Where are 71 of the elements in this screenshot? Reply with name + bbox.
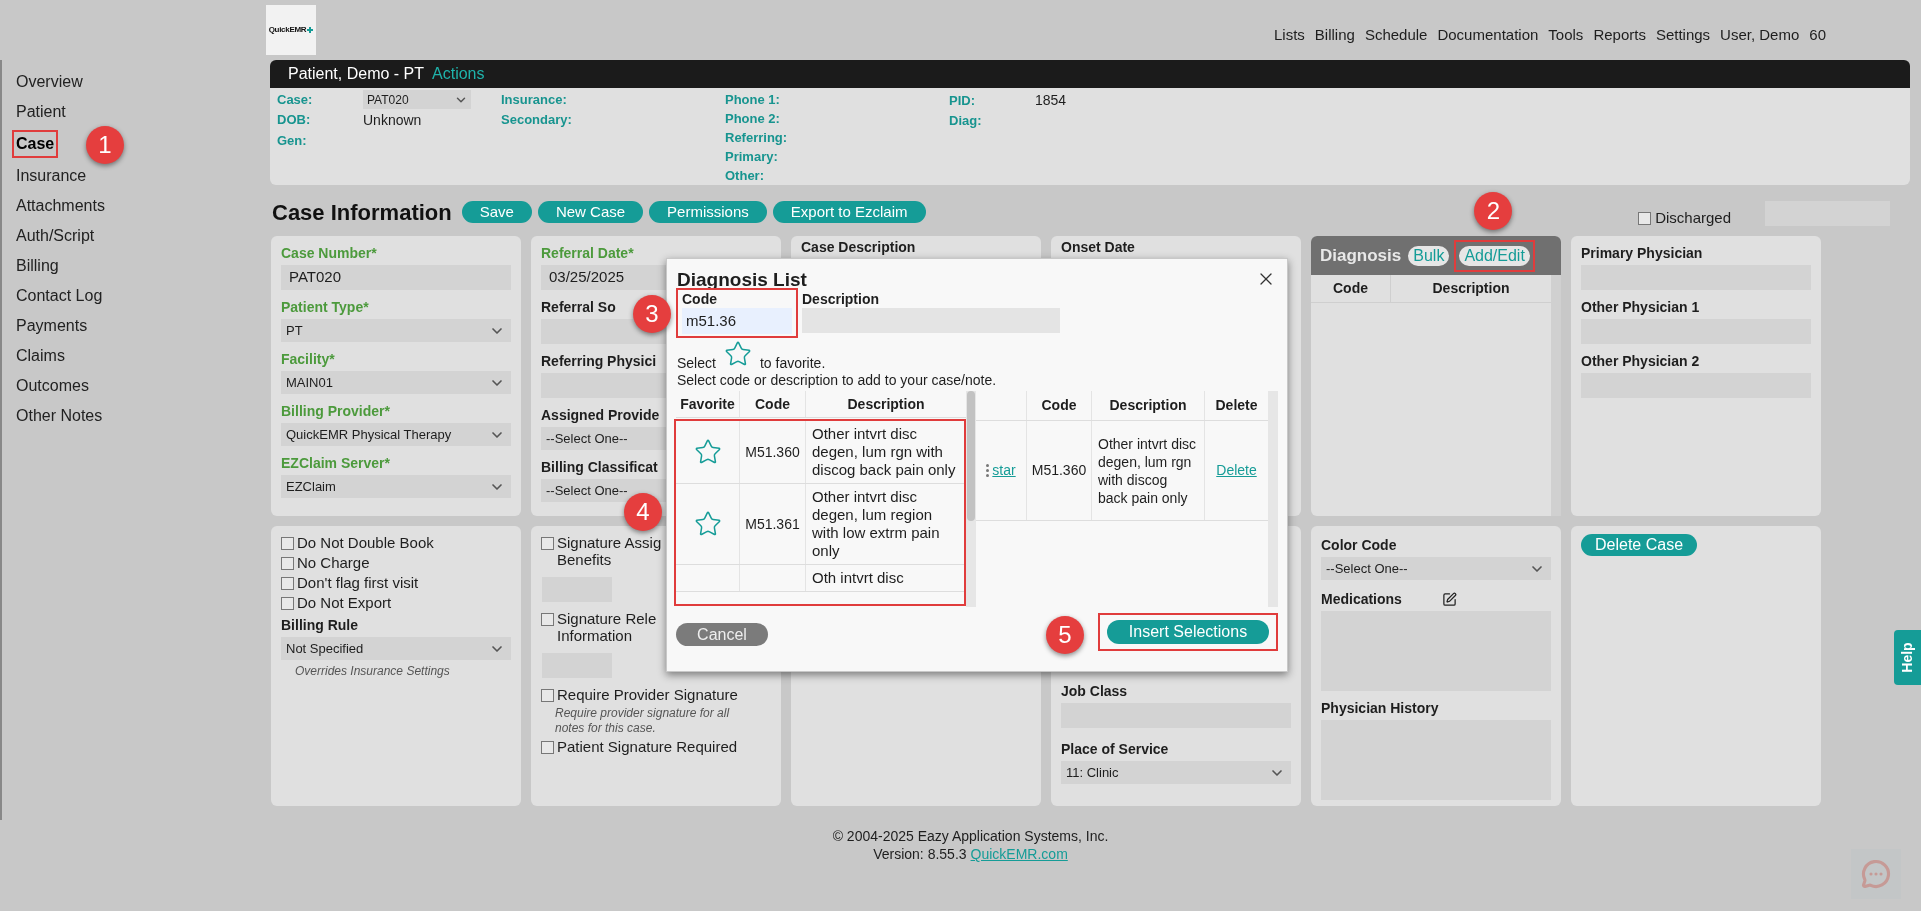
field-label: Billing Provider* bbox=[281, 402, 390, 420]
info-label: Diag: bbox=[949, 112, 983, 130]
hint-text: Select bbox=[677, 355, 716, 371]
checkbox-label: No Charge bbox=[297, 554, 370, 571]
checkbox-label: Information bbox=[557, 627, 634, 644]
field-label: Referring Physici bbox=[541, 352, 657, 370]
field-label: Billing Rule bbox=[281, 616, 359, 634]
checkbox-label: Do Not Export bbox=[297, 594, 392, 611]
field-label: EZClaim Server* bbox=[281, 454, 390, 472]
field-label: Referral So bbox=[541, 298, 616, 316]
column-header: Code bbox=[1311, 275, 1391, 302]
field-label: Medications bbox=[1321, 590, 1402, 608]
copyright-text: © 2004-2025 Eazy Application Systems, Inc. bbox=[832, 827, 1109, 845]
checkbox-label: Signature Rele bbox=[557, 610, 657, 627]
field-label: Onset Date bbox=[1061, 238, 1135, 256]
column-header: Description bbox=[1431, 279, 1511, 298]
checkbox-label: Discharged bbox=[1655, 207, 1731, 228]
field-label: Place of Service bbox=[1061, 740, 1170, 758]
checkbox-label: Require Provider Signature bbox=[557, 686, 738, 703]
info-label: Phone 2: bbox=[725, 109, 781, 128]
field-label: Billing Classificat bbox=[541, 458, 658, 476]
hint-text: Overrides Insurance Settings bbox=[294, 664, 451, 679]
column-header: Code bbox=[1027, 391, 1092, 420]
info-label: Gen: bbox=[277, 131, 308, 150]
field-label: Other Physician 1 bbox=[1581, 298, 1700, 316]
info-label: Secondary: bbox=[501, 110, 573, 129]
field-label: Assigned Provide bbox=[541, 406, 660, 424]
checkbox-label: Benefits bbox=[557, 551, 613, 568]
hint-text: Require provider signature for all notes for this case. bbox=[554, 706, 731, 736]
info-label: Other: bbox=[725, 166, 765, 185]
checkbox-label: Don't flag first visit bbox=[297, 574, 419, 591]
patient-name: Patient, Demo - PT bbox=[288, 64, 425, 84]
hint-text: Select code or description to add to your case/note. bbox=[677, 371, 998, 389]
version-text: Version: 8.55.3 bbox=[873, 845, 967, 863]
callout-badge: 1 bbox=[86, 126, 124, 164]
field-label: Case Description bbox=[801, 238, 916, 256]
code-cell-text: M51.360 bbox=[1031, 461, 1087, 480]
checkbox-label: Do Not Double Book bbox=[297, 534, 434, 551]
field-label: Other Physician 2 bbox=[1581, 352, 1700, 370]
field-label: Job Class bbox=[1061, 682, 1129, 700]
info-label: Phone 1: bbox=[725, 90, 781, 109]
callout-badge: 2 bbox=[1474, 191, 1513, 230]
column-header: Delete bbox=[1214, 396, 1259, 415]
column-header: Description bbox=[1092, 391, 1205, 420]
field-label: Code bbox=[682, 290, 718, 308]
callout-badge: 5 bbox=[1046, 616, 1084, 654]
field-label: Primary Physician bbox=[1581, 244, 1703, 262]
info-label: Insurance: bbox=[501, 91, 568, 109]
field-label: Facility* bbox=[281, 350, 335, 368]
column-header: Code bbox=[740, 391, 806, 417]
field-label: Patient Type* bbox=[281, 298, 369, 316]
field-label: Referral Date* bbox=[541, 244, 634, 262]
info-value: 1854 bbox=[1035, 91, 1067, 110]
field-label: Physician History bbox=[1321, 699, 1440, 717]
hint-text: to favorite. bbox=[759, 355, 826, 371]
field-label: Description bbox=[802, 290, 880, 308]
info-label: PID: bbox=[949, 91, 976, 110]
checkbox-label: Patient Signature Required bbox=[557, 738, 738, 755]
description-cell: Other intvrt disc degen, lum rgn with discog back pain only bbox=[1098, 434, 1198, 507]
info-value: Unknown bbox=[363, 110, 422, 130]
column-header: Description bbox=[846, 395, 926, 414]
info-label: Referring: bbox=[725, 128, 789, 147]
column-header: Favorite bbox=[676, 391, 740, 417]
info-label: Primary: bbox=[725, 147, 779, 166]
page-title: Case Information bbox=[272, 198, 452, 227]
field-label: Case Number* bbox=[281, 244, 377, 262]
field-label: Color Code bbox=[1321, 536, 1398, 554]
info-label: Case: bbox=[277, 91, 314, 109]
info-label: DOB: bbox=[277, 111, 312, 130]
checkbox-label: Signature Assig bbox=[557, 534, 662, 551]
card-title: Diagnosis bbox=[1320, 244, 1402, 267]
